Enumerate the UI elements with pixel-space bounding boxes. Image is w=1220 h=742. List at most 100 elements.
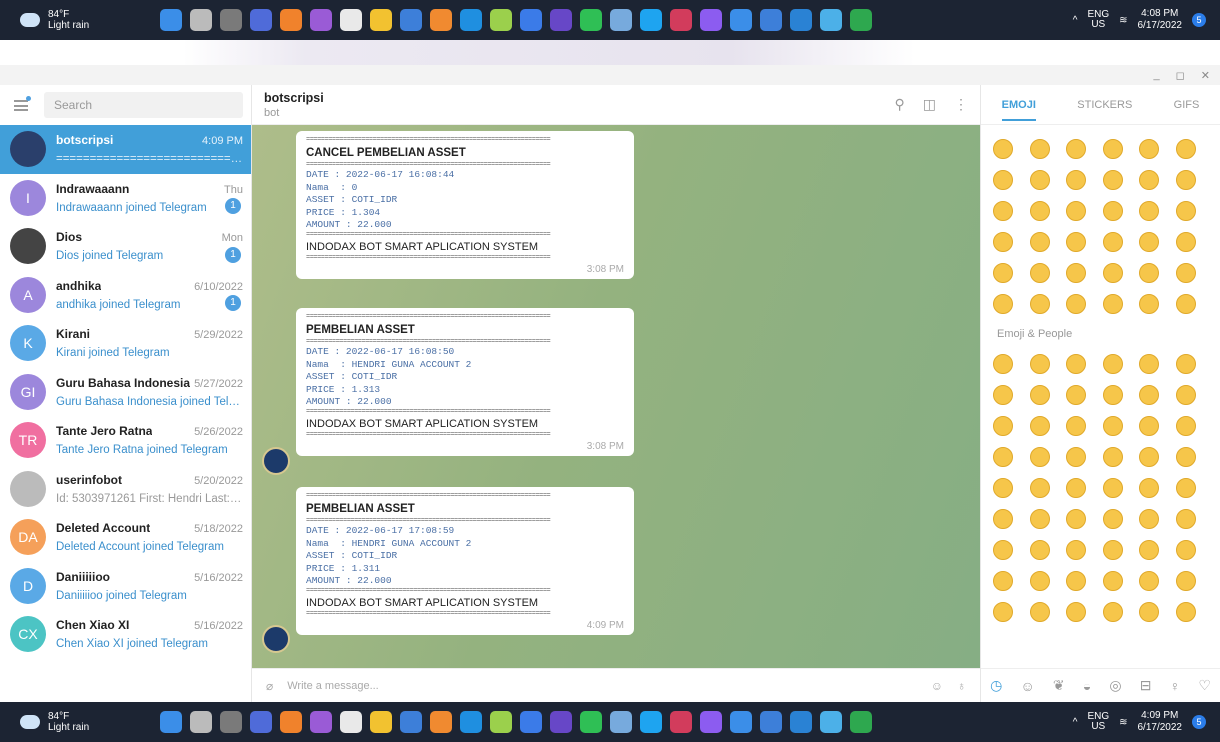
taskbar-app-icon[interactable]	[760, 9, 782, 31]
emoji-icon[interactable]	[1029, 170, 1050, 190]
car-icon[interactable]: ⊟	[1140, 677, 1152, 694]
emoji-icon[interactable]	[1066, 447, 1086, 467]
taskbar-app-icon[interactable]	[190, 9, 212, 31]
notification-badge[interactable]: 5	[1192, 715, 1206, 729]
taskbar-app-icon[interactable]	[520, 711, 542, 733]
taskbar-app-icon[interactable]	[670, 711, 692, 733]
tab-gifs[interactable]: GIFS	[1174, 99, 1200, 111]
chat-item[interactable]: D Daniiiiioo 5/16/2022 Daniiiiioo joined …	[0, 562, 251, 611]
emoji-icon[interactable]	[993, 354, 1013, 374]
taskbar-app-icon[interactable]	[610, 9, 632, 31]
taskbar-app-icon[interactable]	[280, 711, 302, 733]
taskbar-app-icon[interactable]	[280, 9, 302, 31]
taskbar-app-icon[interactable]	[460, 711, 482, 733]
taskbar-app-icon[interactable]	[820, 9, 842, 31]
taskbar-app-icon[interactable]	[550, 711, 572, 733]
search-input[interactable]: Search	[44, 92, 243, 118]
chat-item[interactable]: userinfobot 5/20/2022 Id: 5303971261 Firs…	[0, 465, 251, 514]
heart-icon[interactable]: ♡	[1198, 677, 1211, 694]
emoji-icon[interactable]	[993, 232, 1013, 252]
emoji-icon[interactable]	[1029, 354, 1050, 374]
tab-stickers[interactable]: STICKERS	[1077, 99, 1132, 111]
taskbar-app-icon[interactable]	[310, 9, 332, 31]
taskbar-app-icon[interactable]	[400, 711, 422, 733]
emoji-icon[interactable]	[1175, 294, 1196, 314]
emoji-icon[interactable]	[1175, 139, 1196, 159]
microphone-icon[interactable]: ♁	[957, 679, 966, 693]
chat-item[interactable]: I Indrawaaann Thu Indrawaaann joined Tele…	[0, 174, 251, 223]
wifi-icon[interactable]: ≋	[1119, 717, 1127, 728]
emoji-icon[interactable]	[993, 139, 1013, 159]
emoji-icon[interactable]	[1139, 294, 1159, 314]
taskbar-app-icon[interactable]	[700, 9, 722, 31]
weather-widget[interactable]: 84°F Light rain	[0, 9, 140, 31]
emoji-icon[interactable]	[993, 602, 1013, 622]
emoji-icon[interactable]	[1029, 294, 1050, 314]
emoji-icon[interactable]	[1102, 232, 1123, 252]
emoji-icon[interactable]	[1029, 201, 1050, 221]
taskbar-app-icon[interactable]	[580, 9, 602, 31]
emoji-icon[interactable]	[1175, 170, 1196, 190]
taskbar-app-icon[interactable]	[430, 9, 452, 31]
clock[interactable]: 4:09 PM 6/17/2022	[1138, 710, 1183, 734]
taskbar-app-icon[interactable]	[310, 711, 332, 733]
taskbar-app-icon[interactable]	[160, 9, 182, 31]
emoji-icon[interactable]	[1139, 170, 1159, 190]
chat-item[interactable]: TR Tante Jero Ratna 5/26/2022 Tante Jero …	[0, 416, 251, 465]
emoji-icon[interactable]	[1029, 385, 1050, 405]
emoji-icon[interactable]	[1102, 447, 1123, 467]
taskbar-app-icon[interactable]	[580, 711, 602, 733]
emoji-icon[interactable]	[993, 385, 1013, 405]
emoji-icon[interactable]	[1175, 416, 1196, 436]
emoji-icon[interactable]	[993, 447, 1013, 467]
sport-icon[interactable]: ◎	[1109, 677, 1121, 694]
emoji-icon[interactable]	[1066, 478, 1086, 498]
emoji-icon[interactable]	[1175, 478, 1196, 498]
taskbar-app-icon[interactable]	[700, 711, 722, 733]
emoji-icon[interactable]	[993, 571, 1013, 591]
taskbar-app-icon[interactable]	[460, 9, 482, 31]
emoji-icon[interactable]	[1029, 540, 1050, 560]
emoji-icon[interactable]	[1139, 385, 1159, 405]
tab-emoji[interactable]: EMOJI	[1001, 99, 1036, 121]
sidebar-toggle-icon[interactable]: ◫	[923, 96, 936, 113]
emoji-icon[interactable]	[1102, 416, 1123, 436]
emoji-icon[interactable]	[1175, 263, 1196, 283]
taskbar-app-icon[interactable]	[550, 9, 572, 31]
taskbar-app-icon[interactable]	[190, 711, 212, 733]
taskbar-app-icon[interactable]	[220, 711, 242, 733]
emoji-icon[interactable]	[1102, 602, 1123, 622]
search-icon[interactable]: ⚲	[895, 96, 905, 113]
emoji-icon[interactable]	[1066, 385, 1086, 405]
emoji-icon[interactable]	[993, 416, 1013, 436]
emoji-icon[interactable]	[1029, 232, 1050, 252]
emoji-icon[interactable]	[1139, 232, 1159, 252]
taskbar-app-icon[interactable]	[820, 711, 842, 733]
taskbar-app-icon[interactable]	[250, 9, 272, 31]
conversation-title[interactable]: botscripsi	[264, 91, 324, 105]
lightbulb-icon[interactable]: ♀	[1170, 678, 1181, 694]
emoji-icon[interactable]	[993, 478, 1013, 498]
emoji-icon[interactable]	[1139, 478, 1159, 498]
taskbar-app-icon[interactable]	[640, 9, 662, 31]
restore-icon[interactable]: ◻	[1176, 69, 1185, 82]
emoji-icon[interactable]	[1066, 139, 1086, 159]
emoji-icon[interactable]	[1139, 571, 1159, 591]
chat-item[interactable]: Dios Mon Dios joined Telegram 1	[0, 222, 251, 271]
taskbar-app-icon[interactable]	[370, 711, 392, 733]
taskbar-app-icon[interactable]	[760, 711, 782, 733]
emoji-icon[interactable]	[1175, 201, 1196, 221]
emoji-icon[interactable]	[1175, 354, 1196, 374]
taskbar-app-icon[interactable]	[850, 711, 872, 733]
emoji-icon[interactable]	[1066, 232, 1086, 252]
emoji-icon[interactable]	[1102, 478, 1123, 498]
emoji-icon[interactable]	[1102, 354, 1123, 374]
taskbar-app-icon[interactable]	[790, 9, 812, 31]
chat-item[interactable]: K Kirani 5/29/2022 Kirani joined Telegram	[0, 319, 251, 368]
emoji-icon[interactable]	[1066, 294, 1086, 314]
taskbar-app-icon[interactable]	[430, 711, 452, 733]
emoji-icon[interactable]	[993, 170, 1013, 190]
emoji-icon[interactable]	[1175, 571, 1196, 591]
message-area[interactable]: ========================================…	[252, 125, 980, 668]
emoji-icon[interactable]	[1102, 509, 1123, 529]
